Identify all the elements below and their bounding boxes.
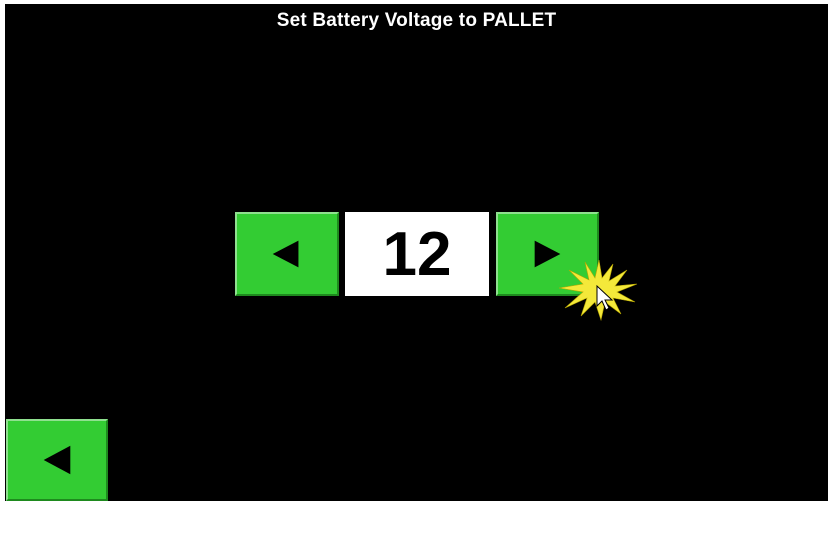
left-triangle-icon bbox=[272, 240, 299, 268]
voltage-value-display: 12 bbox=[345, 212, 489, 296]
increase-voltage-button[interactable] bbox=[496, 212, 599, 296]
hmi-screen: Set Battery Voltage to PALLET 12 bbox=[5, 4, 828, 501]
back-button[interactable] bbox=[6, 419, 108, 501]
decrease-voltage-button[interactable] bbox=[235, 212, 339, 296]
right-triangle-icon bbox=[534, 240, 561, 268]
mouse-pointer-icon bbox=[596, 284, 614, 311]
page-title: Set Battery Voltage to PALLET bbox=[276, 10, 557, 31]
left-triangle-icon bbox=[43, 445, 71, 475]
